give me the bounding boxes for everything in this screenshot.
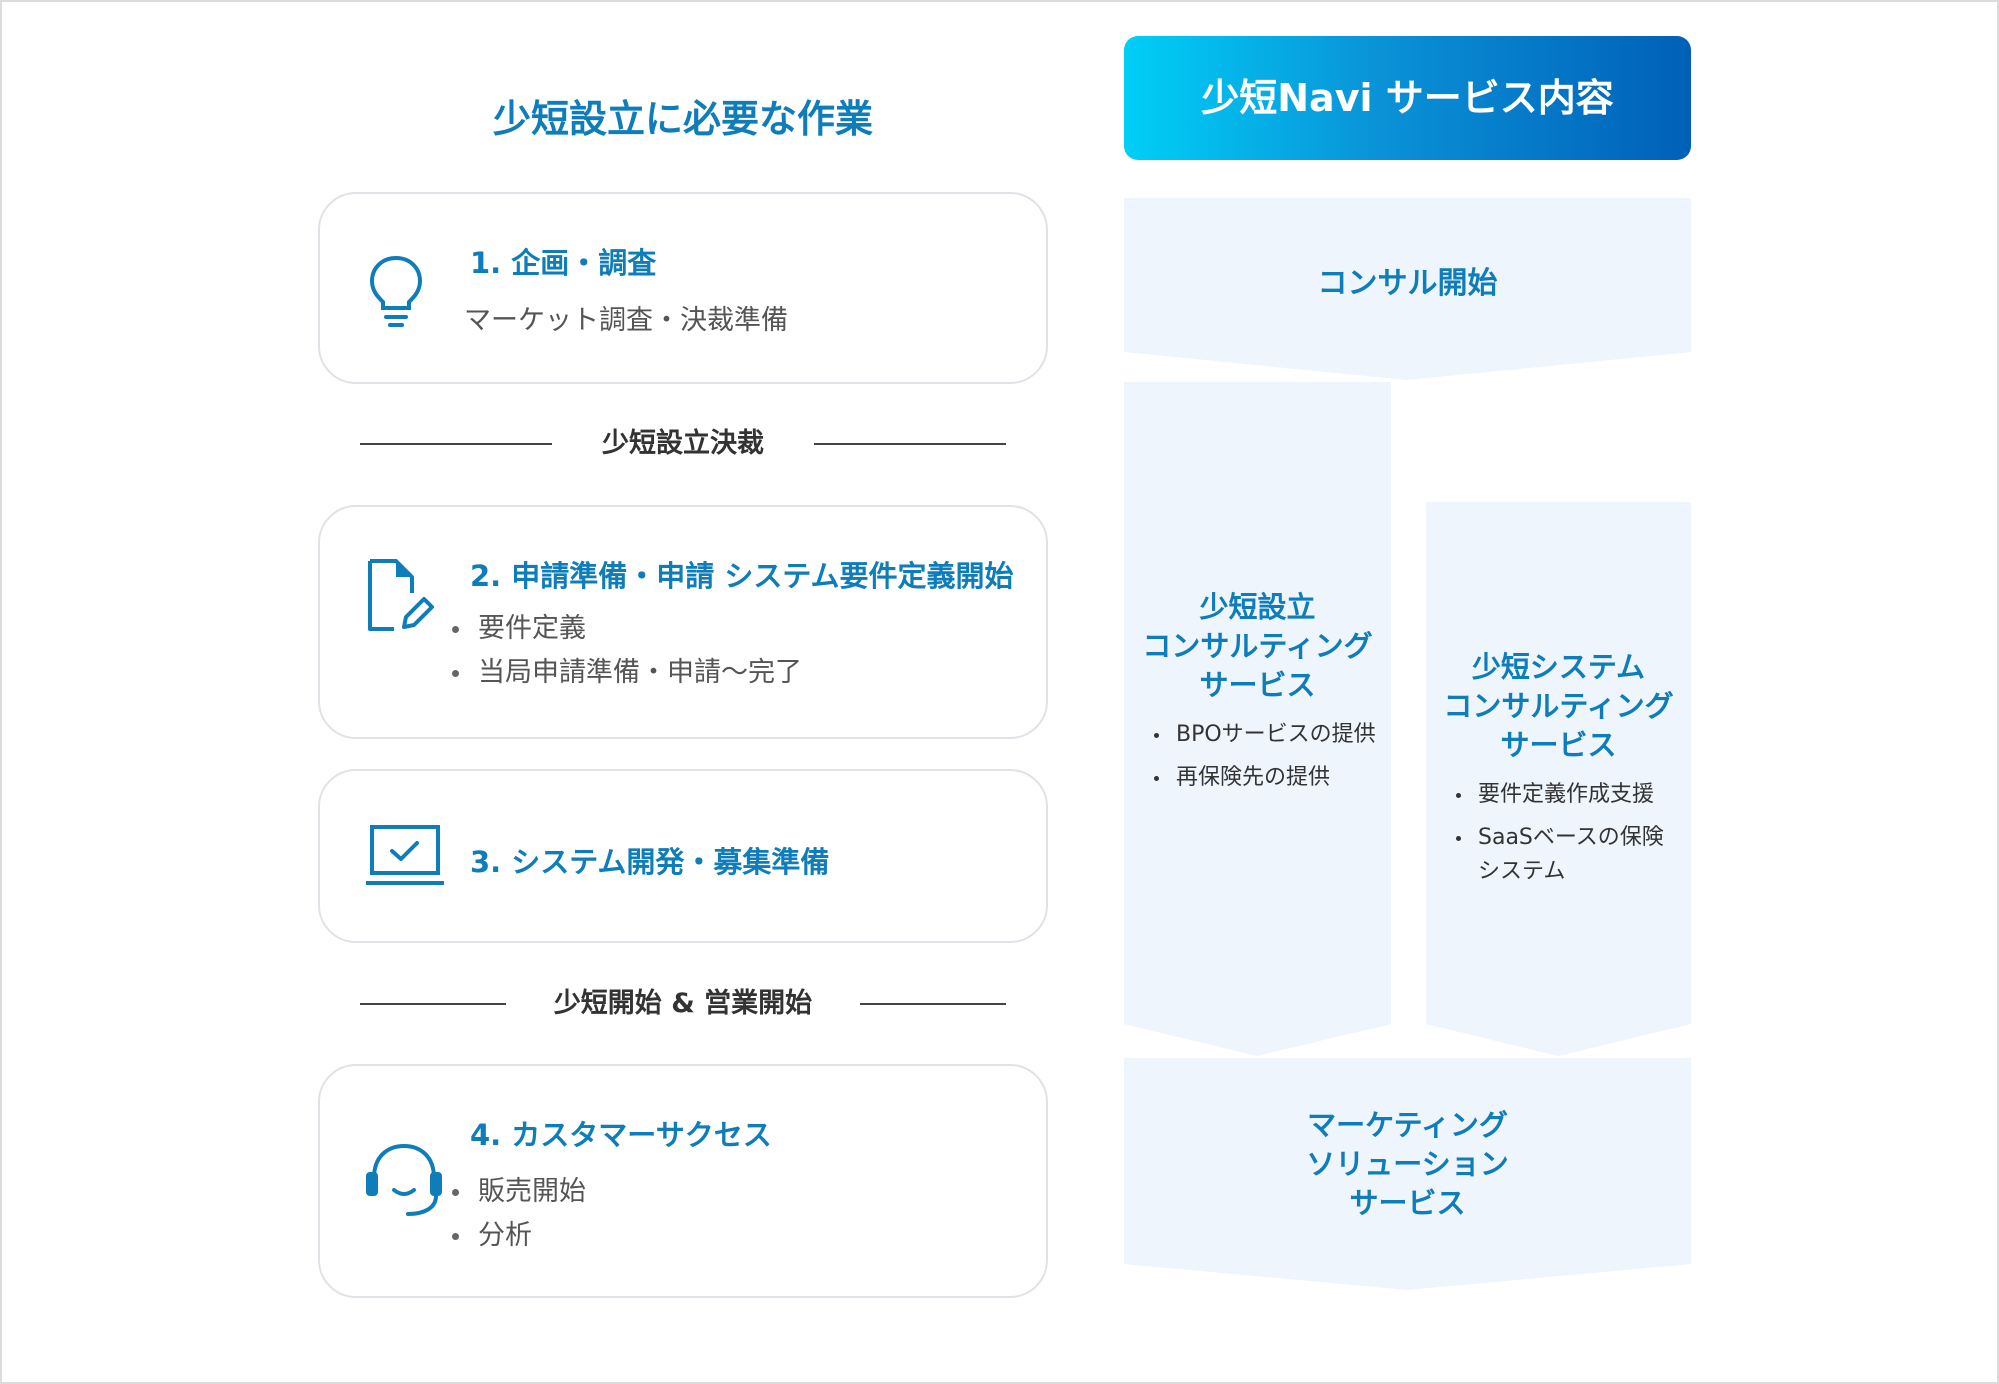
title-line: 少短システム [1471, 650, 1646, 684]
setup-service-title: 少短設立 コンサルティング サービス [1124, 588, 1391, 705]
marketing-service-title: マーケティング ソリューション サービス [1124, 1106, 1691, 1223]
list-item: BPOサービスの提供 [1154, 718, 1376, 752]
list-item: 要件定義作成支援 [1456, 778, 1678, 812]
title-line: コンサルティング [1443, 689, 1674, 723]
list-item: 再保険先の提供 [1154, 761, 1376, 795]
title-line: コンサルティング [1142, 629, 1373, 663]
list-item: SaaSベースの保険システム [1456, 821, 1678, 889]
title-line: サービス [1349, 1186, 1466, 1220]
consult-start-label: コンサル開始 [1317, 266, 1498, 301]
setup-service-items: BPOサービスの提供 再保険先の提供 [1154, 718, 1376, 804]
title-line: 少短設立 [1199, 590, 1316, 624]
service-flow-shapes [1124, 198, 1691, 1290]
system-service-items: 要件定義作成支援 SaaSベースの保険システム [1456, 778, 1678, 898]
title-line: ソリューション [1306, 1147, 1509, 1181]
system-service-title: 少短システム コンサルティング サービス [1426, 648, 1691, 765]
title-line: サービス [1500, 728, 1617, 762]
title-line: マーケティング [1307, 1108, 1508, 1142]
title-line: サービス [1199, 668, 1316, 702]
